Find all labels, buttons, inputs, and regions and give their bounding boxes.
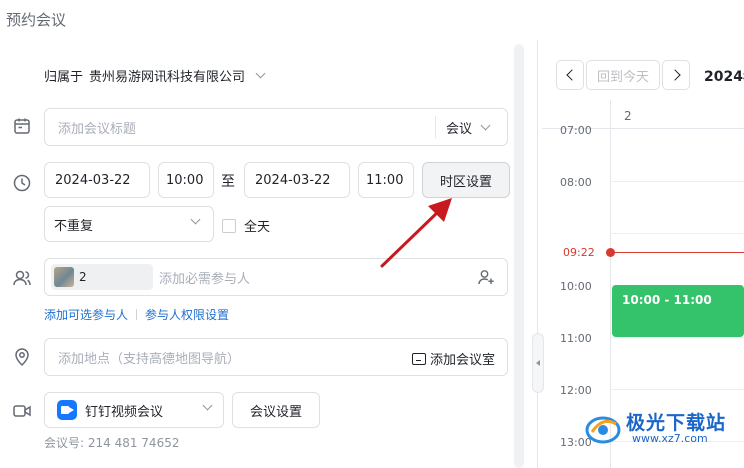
chevron-down-icon — [255, 68, 266, 79]
end-time-value: 11:00 — [366, 172, 404, 188]
dingtalk-video-icon — [57, 400, 77, 420]
watermark-name: 极光下载站 — [626, 411, 727, 434]
meeting-title-placeholder: 添加会议标题 — [58, 121, 137, 137]
form-scrollbar[interactable] — [514, 44, 524, 468]
add-meeting-room-button[interactable]: 添加会议室 — [411, 349, 495, 368]
repeat-value: 不重复 — [54, 218, 94, 234]
today-button[interactable]: 回到今天 — [586, 60, 660, 90]
all-day-toggle[interactable]: 全天 — [222, 216, 270, 235]
watermark-logo-icon — [585, 416, 621, 444]
meeting-room-icon — [411, 352, 426, 365]
add-person-icon[interactable] — [477, 268, 495, 286]
people-icon — [12, 268, 32, 288]
event-time-label: 10:00 - 11:00 — [622, 293, 712, 307]
next-day-button[interactable] — [662, 60, 690, 90]
chevron-right-icon — [668, 69, 681, 81]
owner-organization: 贵州易游网讯科技有限公司 — [89, 70, 246, 85]
attendee-permissions-link[interactable]: 参与人权限设置 — [145, 306, 229, 323]
video-provider-select[interactable]: 钉钉视频会议 — [44, 392, 224, 428]
chevron-down-icon — [190, 214, 201, 225]
chevron-left-icon — [565, 69, 578, 81]
to-label: 至 — [221, 174, 235, 190]
calendar-event[interactable]: 10:00 - 11:00 — [612, 285, 744, 337]
panel-divider — [537, 40, 538, 468]
hour-label: 10:00 — [560, 280, 592, 293]
start-time-field[interactable]: 10:00 — [158, 162, 214, 198]
annotation-arrow — [380, 198, 452, 268]
start-date-value: 2024-03-22 — [55, 172, 131, 188]
calendar-year-label: 2024年 — [704, 69, 744, 85]
hour-label: 12:00 — [560, 384, 592, 397]
day-number: 2 — [624, 109, 632, 123]
owner-selector[interactable]: 归属于 贵州易游网讯科技有限公司 — [44, 66, 266, 85]
chevron-down-icon — [480, 120, 491, 130]
meeting-type-value: 会议 — [446, 121, 473, 137]
page-title: 预约会议 — [6, 11, 67, 29]
meeting-settings-label: 会议设置 — [249, 404, 302, 420]
attendee-chip-label: 2 — [79, 270, 87, 284]
meeting-settings-button[interactable]: 会议设置 — [232, 392, 320, 428]
location-placeholder: 添加地点（支持高德地图导航） — [58, 351, 241, 367]
hour-gridline — [610, 181, 744, 182]
hour-gridline — [610, 389, 744, 390]
video-provider-value: 钉钉视频会议 — [85, 404, 164, 420]
end-date-value: 2024-03-22 — [255, 172, 331, 188]
current-time-label: 09:22 — [563, 246, 595, 259]
watermark: 极光下载站 www.xz7.com — [584, 412, 726, 446]
previous-day-button[interactable] — [556, 60, 584, 90]
video-camera-icon — [12, 401, 32, 421]
hour-gridline — [610, 233, 744, 234]
watermark-url: www.xz7.com — [632, 432, 708, 446]
start-time-value: 10:00 — [166, 172, 204, 188]
clock-icon — [12, 173, 32, 193]
current-time-line — [611, 252, 744, 253]
hour-label: 07:00 — [560, 124, 592, 137]
meeting-title-input[interactable]: 添加会议标题 会议 — [44, 108, 508, 146]
repeat-select[interactable]: 不重复 — [44, 206, 214, 242]
location-input[interactable]: 添加地点（支持高德地图导航） 添加会议室 — [44, 338, 508, 376]
attendee-chip[interactable]: 2 — [51, 264, 153, 290]
location-pin-icon — [12, 347, 32, 367]
add-meeting-room-label: 添加会议室 — [429, 353, 495, 368]
avatar — [54, 267, 74, 287]
collapse-panel-handle[interactable] — [532, 333, 544, 393]
hour-label: 08:00 — [560, 176, 592, 189]
calendar-icon — [12, 116, 32, 136]
attendee-links: 添加可选参与人 参与人权限设置 — [44, 306, 229, 323]
meeting-type-select[interactable]: 会议 — [435, 116, 507, 138]
end-date-field[interactable]: 2024-03-22 — [244, 162, 350, 198]
owner-prefix: 归属于 — [44, 70, 84, 85]
chevron-down-icon — [202, 400, 213, 411]
timezone-settings-label: 时区设置 — [439, 174, 492, 190]
all-day-label: 全天 — [244, 220, 271, 235]
all-day-checkbox[interactable] — [222, 218, 236, 233]
link-divider — [136, 309, 138, 320]
attendees-placeholder: 添加必需参与人 — [159, 271, 251, 287]
hour-label: 11:00 — [560, 332, 592, 345]
hour-gridline — [610, 337, 744, 338]
add-optional-attendee-link[interactable]: 添加可选参与人 — [44, 306, 128, 323]
start-date-field[interactable]: 2024-03-22 — [44, 162, 150, 198]
meeting-number: 会议号: 214 481 74652 — [44, 436, 180, 450]
